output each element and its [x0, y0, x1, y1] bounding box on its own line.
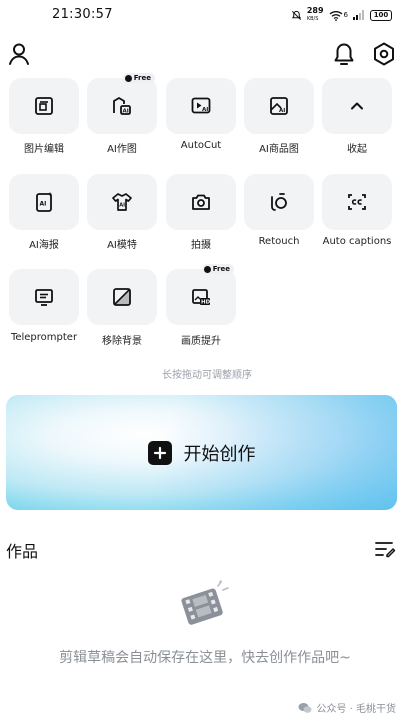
hd-enhance-icon: HD — [192, 289, 211, 306]
watermark: 公众号 · 毛桃干货 — [298, 700, 396, 715]
network-speed-unit: KB/S — [306, 16, 319, 22]
tool-image-edit[interactable] — [9, 78, 79, 134]
tool-retouch[interactable] — [244, 174, 314, 230]
tool-remove-background[interactable] — [87, 269, 157, 325]
free-badge: Free — [122, 73, 155, 83]
svg-text:AI: AI — [119, 203, 125, 209]
chevron-up-icon — [351, 102, 363, 110]
ai-product-image-icon: AI — [270, 97, 288, 115]
tool-label: Auto captions — [322, 236, 392, 247]
tool-collapse[interactable] — [322, 78, 392, 134]
network-speed: 289 KB/S — [307, 7, 324, 23]
tool-ai-model[interactable]: AI — [87, 174, 157, 230]
film-strip-icon — [181, 580, 229, 625]
tool-teleprompter[interactable] — [9, 269, 79, 325]
user-profile-icon[interactable] — [6, 41, 32, 67]
tool-ai-product-image[interactable]: AI — [244, 78, 314, 134]
ai-model-icon: AI — [112, 193, 132, 211]
tool-label: AutoCut — [180, 140, 222, 151]
tool-label: 收起 — [347, 144, 367, 155]
network-speed-value: 289 — [306, 6, 324, 15]
wifi-icon — [329, 10, 342, 21]
app-home-screen: 21:30:57 289 KB/S 6 100 图片编辑 Free AI AI作图… — [0, 0, 414, 728]
free-badge-dot — [203, 265, 211, 273]
top-bar — [0, 38, 414, 70]
tool-ai-drawing[interactable]: Free AI — [87, 73, 157, 134]
autocut-icon: AI — [191, 97, 211, 114]
status-bar: 21:30:57 289 KB/S 6 100 — [0, 0, 414, 30]
status-time: 21:30:57 — [52, 7, 113, 22]
tool-label: 图片编辑 — [24, 144, 64, 155]
watermark-text: 公众号 · 毛桃干货 — [316, 704, 396, 715]
network-type: 6 — [343, 11, 348, 19]
auto-captions-icon — [348, 194, 366, 210]
svg-text:HD: HD — [201, 300, 211, 306]
retouch-icon — [271, 193, 287, 211]
tool-label: AI作图 — [107, 144, 137, 155]
teleprompter-icon — [35, 289, 53, 306]
reorder-hint: 长按拖动可调整顺序 — [162, 370, 252, 381]
tool-camera[interactable] — [166, 174, 236, 230]
tool-hd-enhance[interactable]: Free HD — [166, 264, 236, 325]
tool-label: AI海报 — [29, 240, 59, 251]
start-creating-content: 开始创作 — [147, 440, 256, 466]
svg-text:AI: AI — [279, 108, 285, 114]
tool-label: Teleprompter — [10, 332, 78, 343]
tool-label: Retouch — [258, 236, 300, 247]
svg-text:AI: AI — [40, 201, 47, 208]
works-section-title: 作品 — [6, 542, 39, 561]
bell-mute-icon — [291, 10, 301, 20]
tool-label: 移除背景 — [102, 336, 142, 347]
svg-text:AI: AI — [202, 107, 208, 113]
remove-background-icon — [113, 288, 131, 306]
free-badge-label: Free — [133, 74, 151, 82]
wechat-icon — [298, 702, 312, 713]
image-edit-icon — [35, 97, 53, 115]
tool-ai-poster[interactable]: AI — [9, 174, 79, 230]
free-badge-label: Free — [212, 265, 230, 273]
tool-label: 拍摄 — [191, 240, 211, 251]
settings-icon[interactable] — [371, 41, 397, 67]
ai-poster-icon: AI — [36, 192, 53, 212]
manage-works-icon[interactable] — [374, 540, 396, 558]
svg-text:AI: AI — [123, 109, 129, 115]
free-badge: Free — [201, 264, 234, 274]
tool-label: 画质提升 — [181, 336, 221, 347]
tool-auto-captions[interactable] — [322, 174, 392, 230]
empty-works-message: 剪辑草稿会自动保存在这里，快去创作作品吧~ — [59, 650, 351, 666]
start-creating-button[interactable]: 开始创作 — [6, 395, 397, 510]
signal-icon — [353, 10, 364, 20]
ai-drawing-icon: AI — [113, 96, 131, 115]
battery-indicator: 100 — [370, 9, 392, 21]
status-indicators: 289 KB/S 6 100 — [291, 7, 392, 23]
tool-label: AI商品图 — [259, 144, 299, 155]
tool-autocut[interactable]: AI — [166, 78, 236, 134]
free-badge-dot — [124, 74, 132, 82]
tool-label: AI模特 — [107, 240, 137, 251]
plus-icon — [147, 440, 172, 465]
start-creating-label: 开始创作 — [183, 443, 256, 465]
bell-icon[interactable] — [331, 41, 357, 67]
camera-icon — [192, 194, 210, 210]
